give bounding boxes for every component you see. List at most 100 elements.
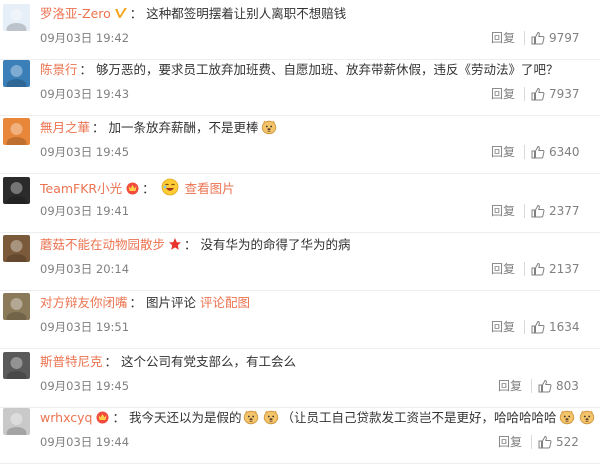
reply-button[interactable]: 回复	[491, 144, 515, 160]
comment-text: 加一条放弃薪酬，不是更棒	[108, 120, 259, 135]
doge-emoji	[559, 409, 575, 430]
like-count: 7937	[549, 87, 580, 101]
comment-body: TeamFKR小光 ： 查看图片	[40, 178, 592, 196]
comment-timestamp: 09月03日 19:51	[40, 320, 130, 334]
comment-item: 斯普特尼克：这个公司有党支部么，有工会么 09月03日 19:45 回复 803	[0, 349, 600, 408]
comment-item: 無月之華：加一条放弃薪酬，不是更棒 09月03日 19:45 回复 6340	[0, 115, 600, 174]
like-button[interactable]: 2377	[531, 202, 580, 220]
thumbs-up-icon	[531, 320, 549, 334]
avatar[interactable]	[3, 408, 30, 435]
comment-item: 陈景行：够万恶的，要求员工放弃加班费、自愿加班、放弃带薪休假，违反《劳动法》了吧…	[0, 57, 600, 116]
thumbs-up-icon	[538, 379, 556, 393]
comment-body: 無月之華：加一条放弃薪酬，不是更棒	[40, 119, 592, 137]
like-count: 1634	[549, 320, 580, 334]
thumbs-up-icon	[531, 31, 549, 45]
comment-link[interactable]: 查看图片	[185, 181, 235, 196]
username-link[interactable]: 陈景行	[40, 62, 78, 77]
username-link[interactable]: TeamFKR小光	[40, 181, 122, 196]
like-count: 6340	[549, 145, 580, 159]
colon-separator: ：	[79, 62, 93, 77]
like-button[interactable]: 7937	[531, 85, 580, 103]
comment-text: （让员工自己贷款发工资岂不是更好，哈哈哈哈哈	[281, 410, 557, 425]
like-count: 2377	[549, 204, 580, 218]
like-button[interactable]: 522	[538, 433, 579, 451]
reply-button[interactable]: 回复	[498, 434, 522, 450]
like-button[interactable]: 9797	[531, 29, 580, 47]
reply-button[interactable]: 回复	[491, 261, 515, 277]
action-divider	[524, 320, 525, 334]
action-divider	[524, 262, 525, 276]
doge-emoji	[261, 119, 277, 140]
comment-timestamp: 09月03日 19:45	[40, 145, 130, 159]
like-button[interactable]: 1634	[531, 318, 580, 336]
like-count: 803	[556, 379, 579, 393]
verified-v-icon	[114, 7, 128, 25]
laugh-emoji	[161, 178, 179, 201]
reply-button[interactable]: 回复	[491, 30, 515, 46]
reply-button[interactable]: 回复	[491, 203, 515, 219]
like-button[interactable]: 2137	[531, 260, 580, 278]
comment-item: TeamFKR小光 ： 查看图片 09月03日 19:41 回复 2377	[0, 174, 600, 233]
username-link[interactable]: 無月之華	[40, 120, 90, 135]
comment-text: 这个公司有党支部么，有工会么	[121, 354, 297, 369]
thumbs-up-icon	[538, 435, 556, 449]
vip-crown-icon	[95, 410, 110, 429]
avatar[interactable]	[3, 60, 30, 87]
comment-text: 图片评论	[146, 295, 197, 310]
star-icon	[168, 237, 182, 256]
comment-timestamp: 09月03日 19:45	[40, 379, 130, 393]
thumbs-up-icon	[531, 87, 549, 101]
comment-timestamp: 09月03日 19:44	[40, 435, 130, 449]
comment-body: 蘑菇不能在动物园散步 ：没有华为的命得了华为的病	[40, 236, 592, 254]
colon-separator: ：	[129, 6, 143, 21]
thumbs-up-icon	[531, 204, 549, 218]
action-divider	[524, 31, 525, 45]
comment-item: 罗洛亚-Zero ：这种都签明摆着让别人离职不想赔钱 09月03日 19:42 回复 9…	[0, 1, 600, 60]
username-link[interactable]: 罗洛亚-Zero	[40, 6, 111, 21]
colon-separator: ：	[184, 237, 197, 252]
comment-body: wrhxcyq ：我今天还以为是假的 （让员工自己贷款发工资岂不是更好，哈哈哈哈哈	[40, 409, 595, 430]
like-button[interactable]: 803	[538, 377, 579, 395]
colon-separator: ：	[104, 354, 118, 369]
action-divider	[524, 204, 525, 218]
username-link[interactable]: 对方辩友你闭嘴	[40, 295, 128, 310]
username-link[interactable]: 蘑菇不能在动物园散步	[40, 237, 165, 252]
action-divider	[531, 379, 532, 393]
like-count: 9797	[549, 31, 580, 45]
colon-separator: ：	[129, 295, 143, 310]
action-divider	[524, 87, 525, 101]
comment-timestamp: 09月03日 19:41	[40, 204, 130, 218]
comment-text: 没有华为的命得了华为的病	[200, 237, 351, 252]
avatar[interactable]	[3, 177, 30, 204]
reply-button[interactable]: 回复	[491, 319, 515, 335]
comment-list: 罗洛亚-Zero：这种都签明摆着让别人离职不想赔钱 09月03日 19:42 回复 9…	[0, 0, 600, 464]
comment-text: 这种都签明摆着让别人离职不想赔钱	[146, 6, 347, 21]
doge-emoji	[579, 409, 595, 430]
action-divider	[531, 435, 532, 449]
thumbs-up-icon	[531, 262, 549, 276]
reply-button[interactable]: 回复	[498, 378, 522, 394]
avatar[interactable]	[3, 235, 30, 262]
colon-separator: ：	[92, 120, 105, 135]
avatar[interactable]	[3, 293, 30, 320]
username-link[interactable]: wrhxcyq	[40, 410, 92, 425]
thumbs-up-icon	[531, 145, 549, 159]
vip-crown-icon	[125, 181, 140, 200]
reply-button[interactable]: 回复	[491, 86, 515, 102]
colon-separator: ：	[112, 410, 125, 425]
avatar[interactable]	[3, 118, 30, 145]
doge-emoji	[243, 409, 259, 430]
comment-timestamp: 09月03日 20:14	[40, 262, 130, 276]
comment-link[interactable]: 评论配图	[200, 295, 250, 310]
comment-item: wrhxcyq ：我今天还以为是假的 （让员工自己贷款发工资岂不是更好，哈哈哈哈哈 0…	[0, 405, 600, 464]
comment-body: 罗洛亚-Zero ：这种都签明摆着让别人离职不想赔钱	[40, 5, 592, 23]
username-link[interactable]: 斯普特尼克	[40, 354, 103, 369]
colon-separator: ：	[142, 181, 155, 196]
avatar[interactable]	[3, 352, 30, 379]
comment-text: 我今天还以为是假的	[128, 410, 242, 425]
like-button[interactable]: 6340	[531, 143, 580, 161]
comment-timestamp: 09月03日 19:42	[40, 31, 130, 45]
like-count: 2137	[549, 262, 580, 276]
comment-timestamp: 09月03日 19:43	[40, 87, 130, 101]
avatar[interactable]	[3, 4, 30, 31]
